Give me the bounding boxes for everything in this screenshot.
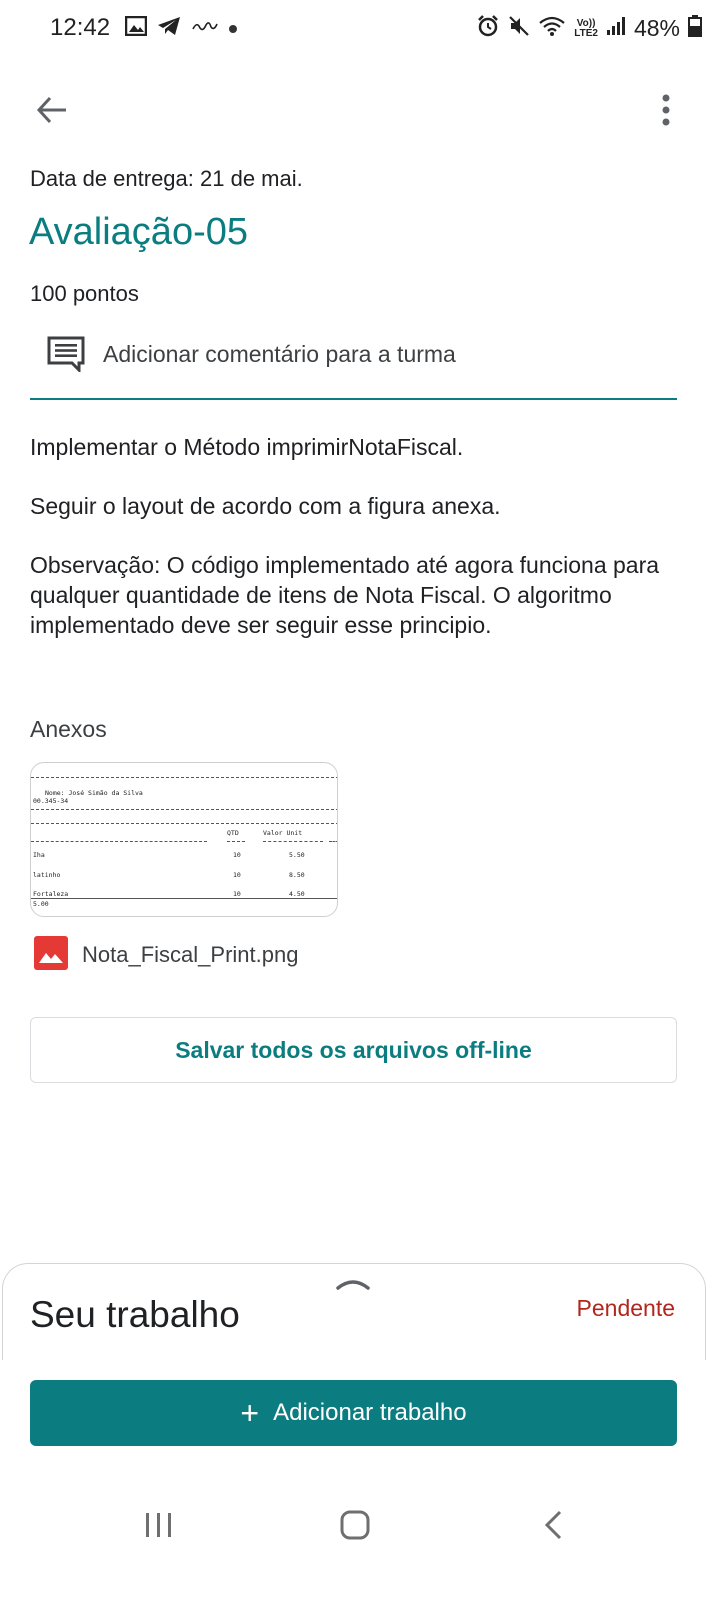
alarm-icon <box>476 14 500 43</box>
divider <box>227 841 245 842</box>
preview-qtd: 10 <box>233 890 241 898</box>
your-work-title: Seu trabalho <box>30 1294 240 1335</box>
status-right-icons: Vo)) LTE2 48% <box>476 14 702 43</box>
divider <box>31 777 337 778</box>
system-nav-bar <box>0 1490 720 1560</box>
preview-id-line: 00.345-34 <box>33 797 69 805</box>
notification-dot <box>229 24 237 33</box>
chevron-up-icon <box>336 1280 370 1290</box>
due-date: Data de entrega: 21 de mai. <box>30 166 303 191</box>
more-options-button[interactable] <box>644 88 688 132</box>
status-time: 12:42 <box>50 14 111 41</box>
image-file-icon <box>34 935 68 975</box>
arrow-back-icon <box>36 96 66 124</box>
battery-icon <box>688 15 702 42</box>
preview-footer: 5.00 <box>33 900 49 908</box>
mute-icon <box>508 15 530 42</box>
class-comment-input[interactable]: Adicionar comentário para a turma <box>30 330 677 400</box>
divider <box>31 809 337 810</box>
gallery-icon <box>124 15 148 41</box>
signal-icon <box>606 16 626 41</box>
attachment-file-name: Nota_Fiscal_Print.png <box>82 942 299 967</box>
preview-name-line: Nome: José Simão da Silva <box>45 789 143 797</box>
assignment-title: Avaliação-05 <box>29 211 249 253</box>
attachment-thumbnail[interactable]: Nome: José Simão da Silva 00.345-34 QTD … <box>30 762 338 917</box>
preview-qtd: 10 <box>233 851 241 859</box>
divider <box>263 841 323 842</box>
screen: 12:42 Vo)) LTE2 48% Data de entrega: 21 … <box>0 0 720 1600</box>
assignment-points: 100 pontos <box>30 281 139 306</box>
add-work-label: Adicionar trabalho <box>273 1399 467 1426</box>
home-icon <box>340 1510 370 1540</box>
wifi-icon <box>538 15 566 42</box>
assignment-description: Implementar o Método imprimirNotaFiscal.… <box>30 432 680 669</box>
preview-item: latinho <box>33 871 61 879</box>
attachments-heading: Anexos <box>30 716 107 742</box>
preview-col-qtd: QTD <box>227 829 239 837</box>
more-vert-icon <box>662 94 670 126</box>
preview-col-valor: Valor Unit <box>263 829 303 837</box>
add-work-button[interactable]: + Adicionar trabalho <box>30 1380 677 1446</box>
description-paragraph: Observação: O código implementado até ag… <box>30 552 660 638</box>
status-bar: 12:42 Vo)) LTE2 48% <box>0 0 720 62</box>
save-all-offline-button[interactable]: Salvar todos os arquivos off-line <box>30 1017 677 1083</box>
description-paragraph: Seguir o layout de acordo com a figura a… <box>30 493 501 519</box>
battery-percent: 48% <box>633 15 680 41</box>
attachment-file[interactable]: Nota_Fiscal_Print.png <box>34 935 299 975</box>
divider <box>31 823 337 824</box>
preview-qtd: 10 <box>233 871 241 879</box>
chevron-left-icon <box>544 1510 562 1540</box>
comment-placeholder: Adicionar comentário para a turma <box>103 341 456 367</box>
preview-item: Iha <box>33 851 45 859</box>
preview-valor: 8.50 <box>289 871 305 879</box>
description-paragraph: Implementar o Método imprimirNotaFiscal. <box>30 434 464 460</box>
preview-item: Fortaleza <box>33 890 69 898</box>
preview-valor: 5.50 <box>289 851 305 859</box>
comment-icon <box>47 336 85 377</box>
divider <box>31 841 207 842</box>
home-button[interactable] <box>340 1510 370 1545</box>
system-back-button[interactable] <box>543 1510 563 1545</box>
app-logo-icon <box>191 19 219 38</box>
preview-valor: 4.50 <box>289 890 305 898</box>
expand-sheet-handle[interactable] <box>335 1276 371 1292</box>
status-left-icons <box>124 15 237 41</box>
recent-apps-icon <box>146 1513 171 1537</box>
status-badge: Pendente <box>576 1295 675 1321</box>
recent-apps-button[interactable] <box>145 1512 173 1543</box>
lte-indicator: Vo)) LTE2 <box>574 17 598 39</box>
divider <box>329 841 337 842</box>
back-button[interactable] <box>30 88 74 132</box>
plus-icon: + <box>240 1395 260 1431</box>
telegram-icon <box>157 16 181 41</box>
divider <box>31 898 337 899</box>
